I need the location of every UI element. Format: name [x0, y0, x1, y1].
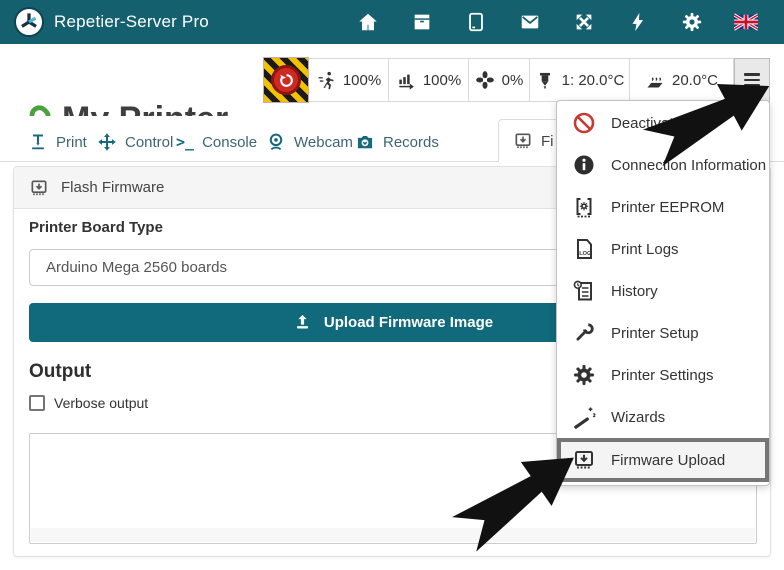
printer-box-icon[interactable] [410, 10, 434, 34]
tab-label: Control [125, 134, 173, 151]
top-navbar: Repetier-Server Pro [0, 0, 784, 44]
verbose-checkbox[interactable] [29, 395, 45, 411]
eeprom-icon [572, 195, 596, 219]
menu-item-label: History [611, 283, 658, 300]
menu-item-label: Wizards [611, 409, 665, 426]
printer-menu-button[interactable] [734, 58, 770, 102]
printer-status-bar: 100% 100% 0% 1: 20.0°C 20.0°C [263, 57, 770, 103]
upload-button-label: Upload Firmware Image [324, 314, 493, 331]
menu-item-firmware-upload[interactable]: Firmware Upload [557, 438, 769, 482]
tab-records[interactable]: Records [355, 122, 439, 162]
deactivate-icon [572, 111, 596, 135]
bed-status[interactable]: 20.0°C [630, 58, 734, 102]
fullscreen-icon[interactable] [572, 10, 596, 34]
output-heading: Output [29, 361, 91, 383]
power-icon[interactable] [626, 10, 650, 34]
svg-text:LOG: LOG [579, 251, 591, 257]
tab-console[interactable]: >_ Console [176, 122, 257, 162]
move-arrows-icon [97, 132, 117, 152]
bed-value: 20.0°C [672, 72, 718, 89]
flow-icon [396, 70, 416, 90]
tab-print[interactable]: Print [28, 122, 87, 162]
menu-item-connection-information[interactable]: Connection Information [557, 144, 769, 186]
tab-label: Records [383, 134, 439, 151]
board-type-label: Printer Board Type [29, 219, 163, 236]
emergency-stop-button[interactable] [263, 57, 309, 103]
tab-webcam[interactable]: Webcam [266, 122, 353, 162]
menu-item-wizards[interactable]: Wizards [557, 396, 769, 438]
tab-label: Fi [541, 133, 554, 150]
fan-icon [475, 70, 495, 90]
fan-value: 0% [502, 72, 524, 89]
upload-icon [293, 313, 312, 332]
app-title: Repetier-Server Pro [54, 12, 209, 32]
bed-icon [645, 70, 665, 90]
webcam-icon [266, 132, 286, 152]
verbose-label: Verbose output [54, 395, 148, 411]
flow-value: 100% [423, 72, 461, 89]
console-icon: >_ [176, 133, 194, 151]
menu-item-label: Deactivate [611, 115, 682, 132]
language-flag-uk-icon[interactable] [734, 10, 758, 34]
info-icon [572, 153, 596, 177]
home-icon[interactable] [356, 10, 380, 34]
menu-item-printer-settings[interactable]: Printer Settings [557, 354, 769, 396]
firmware-icon [29, 178, 49, 198]
fan-status[interactable]: 0% [469, 58, 530, 102]
history-icon [572, 279, 596, 303]
menu-item-label: Firmware Upload [611, 452, 725, 469]
menu-item-history[interactable]: History [557, 270, 769, 312]
reset-icon [271, 65, 301, 95]
menu-item-label: Printer Settings [611, 367, 714, 384]
speed-icon [316, 70, 336, 90]
tab-label: Print [56, 134, 87, 151]
extruder-value: 1: 20.0°C [562, 72, 625, 89]
wrench-icon [572, 321, 596, 345]
speed-value: 100% [343, 72, 381, 89]
menu-item-printer-eeprom[interactable]: Printer EEPROM [557, 186, 769, 228]
menu-item-label: Print Logs [611, 241, 679, 258]
verbose-output-row: Verbose output [29, 395, 148, 411]
firmware-icon [572, 448, 596, 472]
extruder-icon [535, 70, 555, 90]
print-icon [28, 132, 48, 152]
menu-item-label: Printer Setup [611, 325, 699, 342]
wand-icon [572, 405, 596, 429]
gear-icon [572, 363, 596, 387]
tablet-icon[interactable] [464, 10, 488, 34]
menu-item-printer-setup[interactable]: Printer Setup [557, 312, 769, 354]
tab-label: Console [202, 134, 257, 151]
panel-title: Flash Firmware [61, 179, 164, 196]
settings-gear-icon[interactable] [680, 10, 704, 34]
menu-item-label: Printer EEPROM [611, 199, 724, 216]
menu-item-label: Connection Information [611, 157, 766, 174]
tab-control[interactable]: Control [97, 122, 173, 162]
tab-label: Webcam [294, 134, 353, 151]
print-logs-icon: LOG [572, 237, 596, 261]
menu-item-print-logs[interactable]: LOG Print Logs [557, 228, 769, 270]
printer-dropdown-menu: Deactivate Connection Information Printe… [556, 100, 770, 486]
flow-status[interactable]: 100% [389, 58, 469, 102]
speed-status[interactable]: 100% [309, 58, 389, 102]
output-scrollbar[interactable] [31, 528, 755, 542]
mail-icon[interactable] [518, 10, 542, 34]
menu-item-deactivate[interactable]: Deactivate [557, 102, 769, 144]
camera-icon [355, 132, 375, 152]
firmware-icon [513, 131, 533, 151]
app-logo [14, 7, 44, 37]
extruder-status[interactable]: 1: 20.0°C [530, 58, 630, 102]
board-type-value: Arduino Mega 2560 boards [46, 259, 227, 276]
